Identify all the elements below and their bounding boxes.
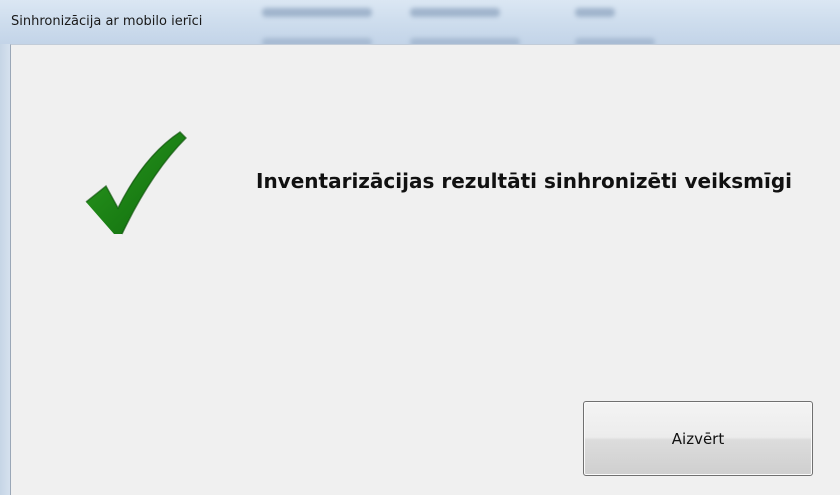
title-bar[interactable]: Sinhronizācija ar mobilo ierīci (0, 0, 840, 44)
blurred-background-strip (262, 8, 372, 17)
blurred-background-strip (410, 8, 500, 17)
sync-dialog-window: Sinhronizācija ar mobilo ierīci Inventar… (0, 0, 840, 495)
window-frame-left (0, 44, 10, 495)
checkmark-icon (85, 131, 188, 235)
blurred-background-strip (575, 8, 615, 17)
status-message: Inventarizācijas rezultāti sinhronizēti … (256, 169, 793, 193)
window-title: Sinhronizācija ar mobilo ierīci (11, 14, 203, 29)
close-button[interactable]: Aizvērt (583, 401, 813, 476)
